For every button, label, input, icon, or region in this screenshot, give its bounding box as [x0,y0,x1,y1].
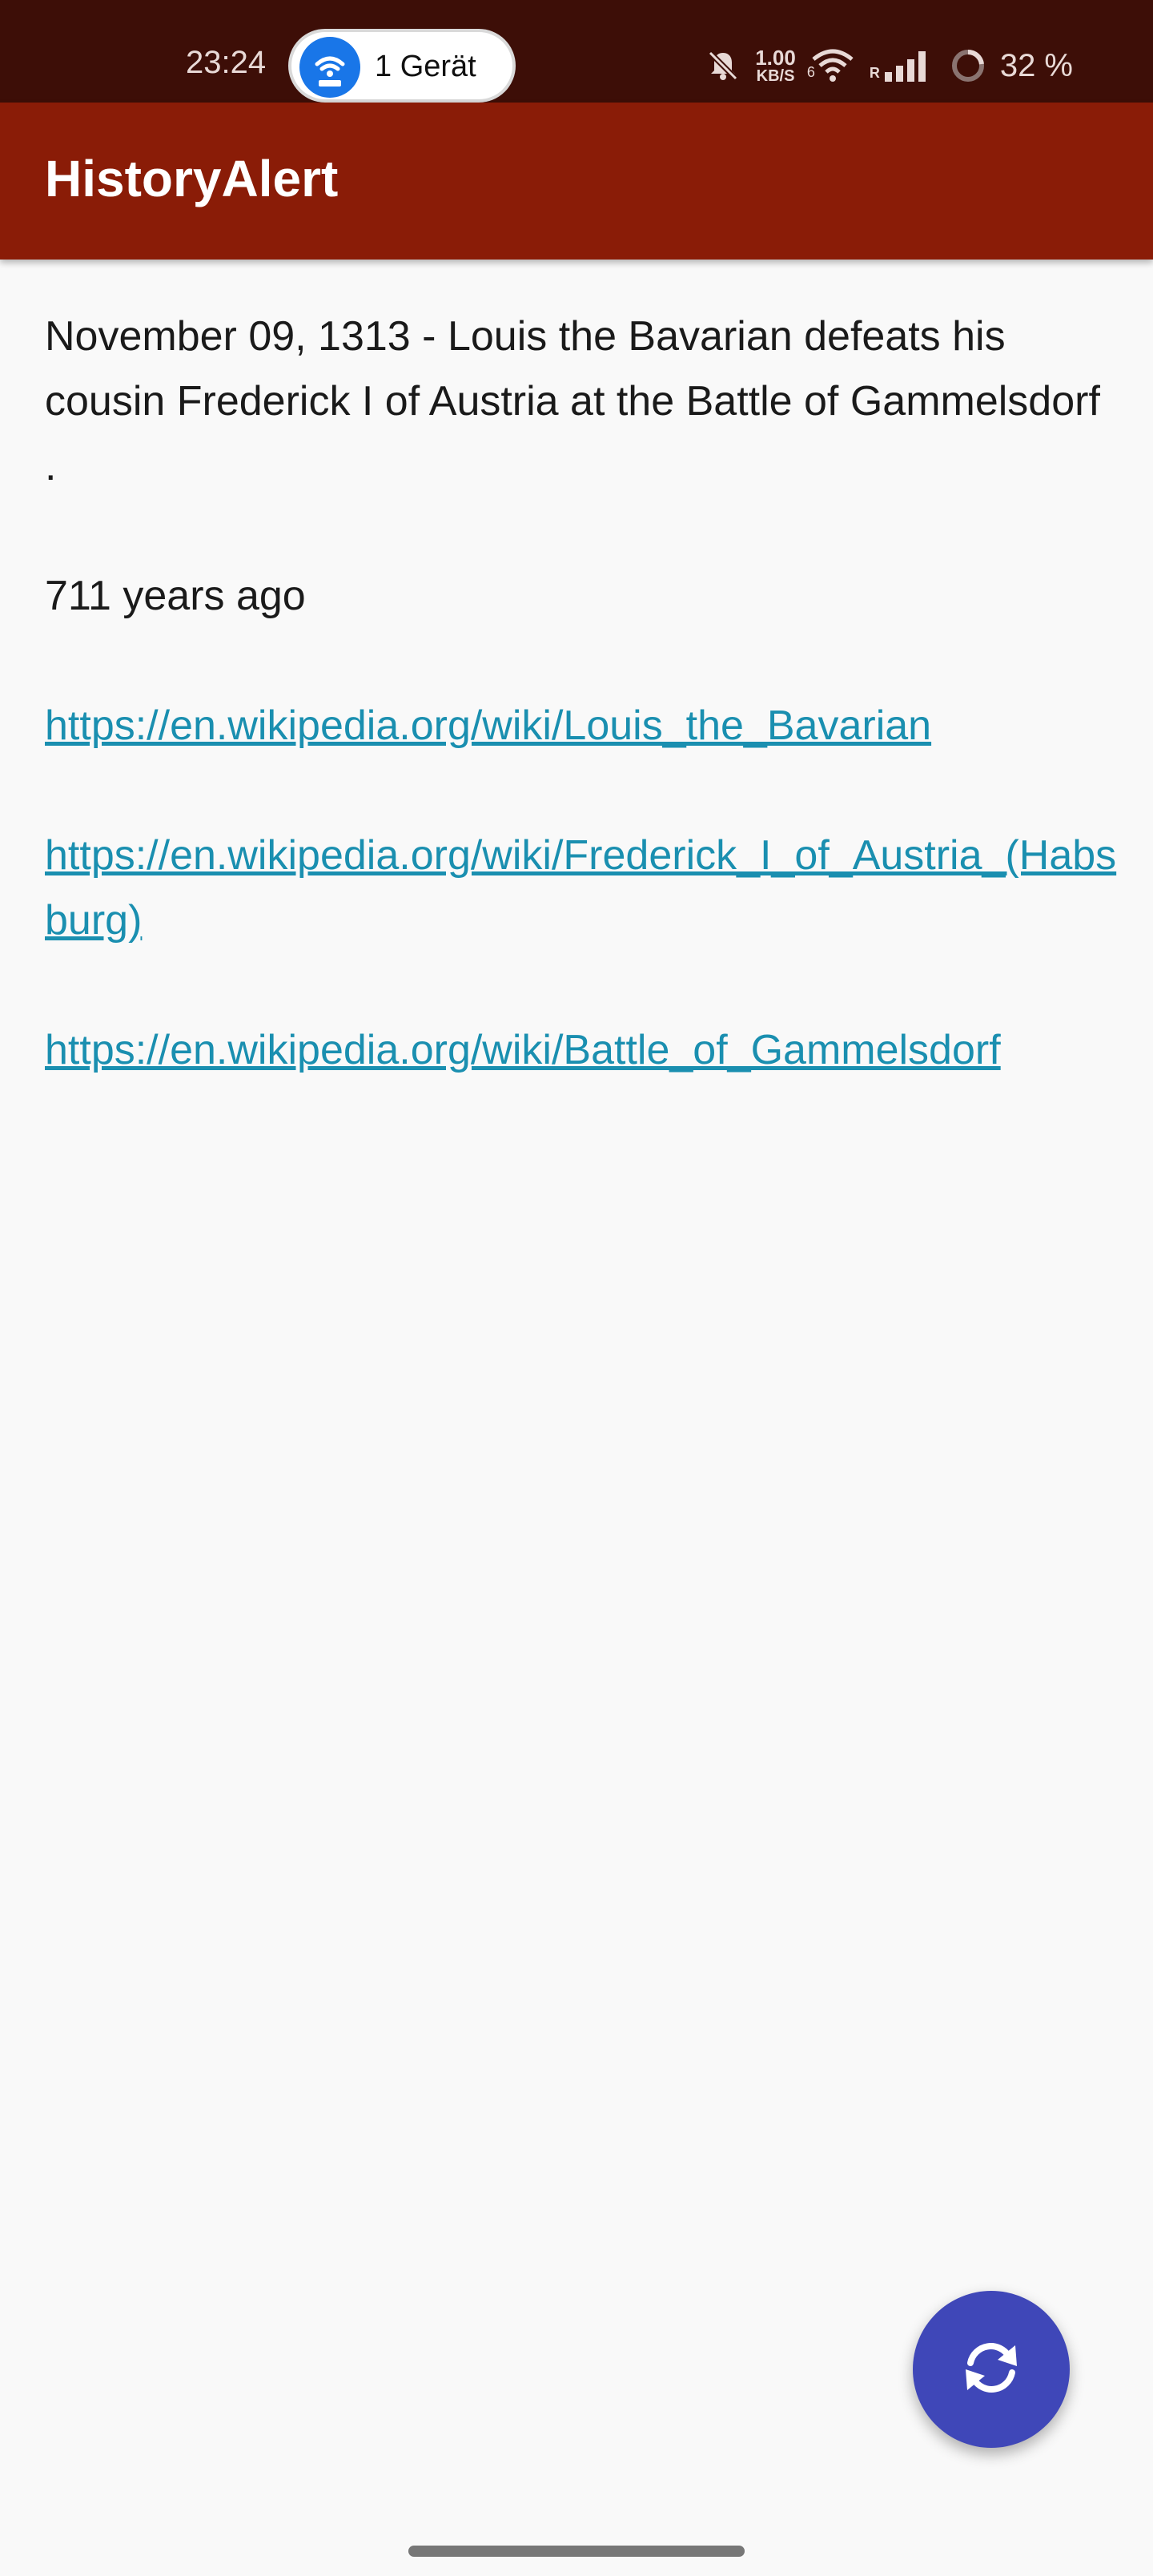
refresh-button[interactable] [913,2291,1070,2448]
status-icons: 1.00 KB/S 6 R 32 % [705,42,1073,90]
net-speed-unit: KB/S [756,67,795,85]
status-bar: 23:24 1 Gerät 1.00 KB/S 6 R 32 % [0,0,1153,103]
refresh-icon [958,2334,1025,2405]
signal-badge: R [869,65,880,81]
app-title: HistoryAlert [45,150,339,207]
hotspot-label: 1 Gerät [375,50,476,83]
status-time: 23:24 [186,45,267,80]
link-battle-of-gammelsdorf[interactable]: https://en.wikipedia.org/wiki/Battle_of_… [45,1027,1001,1073]
wifi-badge: 6 [806,64,815,80]
battery-icon [950,48,986,83]
battery-percent: 32 % [999,47,1073,83]
event-description: November 09, 1313 - Louis the Bavarian d… [45,313,1100,489]
signal-icon: R [870,50,936,82]
link-frederick-i-of-austria[interactable]: https://en.wikipedia.org/wiki/Frederick_… [45,832,1116,944]
link-louis-the-bavarian[interactable]: https://en.wikipedia.org/wiki/Louis_the_… [45,702,931,749]
net-speed-value: 1.00 [755,46,796,70]
app-bar: HistoryAlert [0,103,1153,260]
net-speed: 1.00 KB/S [755,47,796,84]
mute-icon [705,48,741,83]
event-content: November 09, 1313 - Louis the Bavarian d… [45,304,1118,1148]
hotspot-chip[interactable]: 1 Gerät [288,29,516,103]
hotspot-icon [299,37,360,98]
wifi-icon: 6 [806,48,855,83]
gesture-nav-handle[interactable] [408,2546,745,2557]
years-ago: 711 years ago [45,573,306,619]
